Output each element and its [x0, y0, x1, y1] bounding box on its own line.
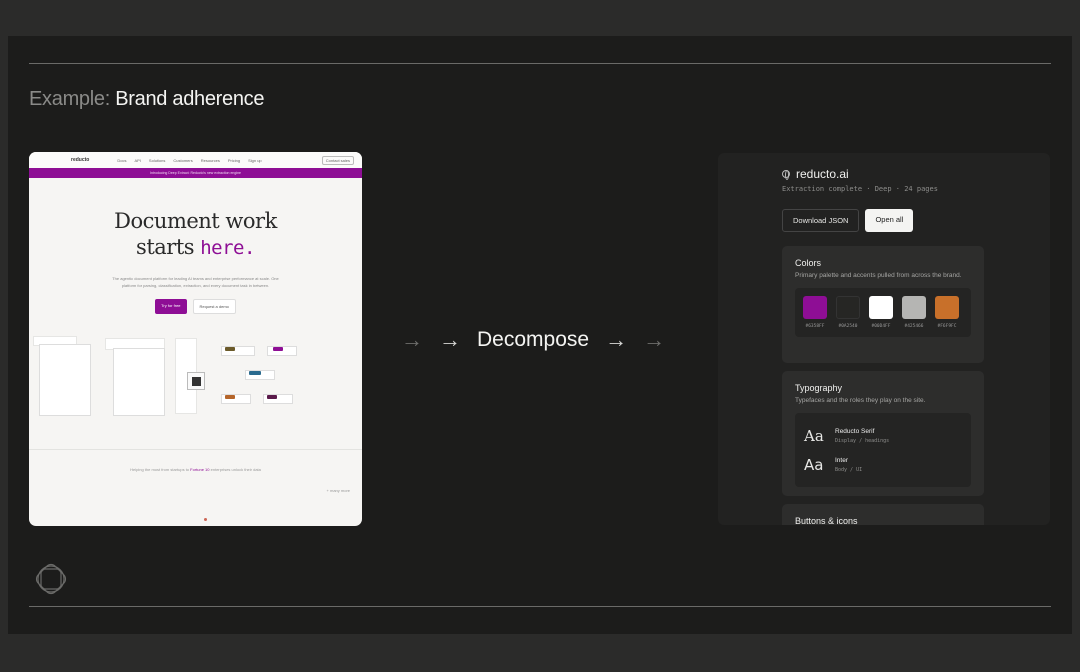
site-name: reducto.ai	[796, 167, 849, 181]
extraction-meta: Extraction complete · Deep · 24 pages	[782, 185, 938, 193]
data-tag	[273, 347, 283, 351]
arrow-right-icon: →	[439, 327, 461, 352]
top-divider	[29, 63, 1051, 64]
swatch-box	[869, 296, 893, 319]
website-divider	[29, 449, 362, 450]
slide-title-prefix: Example:	[29, 88, 110, 110]
swatch-label: #425466	[904, 324, 924, 329]
slide-title-main: Brand adherence	[115, 88, 265, 110]
nav-item-api[interactable]: API	[134, 158, 140, 163]
website-logo[interactable]: reducto	[71, 157, 89, 163]
hero-subtitle: The agentic document platform for leadin…	[112, 276, 279, 288]
typography-card: Typography Typefaces and the roles they …	[782, 371, 984, 496]
download-json-button[interactable]: Download JSON	[782, 209, 860, 232]
website-nav: reducto Docs API Solutions Customers Res…	[29, 152, 362, 168]
typeface-row[interactable]: Aa Inter Body / UI	[804, 450, 962, 479]
swatch-box	[803, 296, 827, 319]
color-swatches: #6358FF #0A2540 #00D4FF #425466 #F6F9FC	[795, 288, 971, 337]
extraction-panel: reducto.ai Extraction complete · Deep · …	[718, 153, 1050, 525]
nav-contact-button[interactable]: Contact sales	[321, 155, 354, 165]
website-preview: reducto Docs API Solutions Customers Res…	[29, 152, 362, 526]
nav-item-pricing[interactable]: Pricing	[228, 158, 240, 163]
arrow-right-icon: →	[605, 327, 628, 352]
hero-line-2-plain: starts	[136, 235, 195, 259]
data-tag	[249, 371, 261, 375]
swatch-label: #6358FF	[805, 324, 825, 329]
panel-actions: Download JSON Open all	[782, 209, 914, 232]
swatch-box	[935, 296, 959, 319]
color-swatch[interactable]: #6358FF	[803, 296, 827, 329]
hero-illustration	[29, 336, 362, 422]
swatch-label: #00D4FF	[871, 324, 891, 329]
color-swatch[interactable]: #425466	[902, 296, 926, 329]
trust-line: Helping the most from startups to Fortun…	[29, 467, 362, 472]
hero-title: Document work starts here.	[29, 208, 362, 261]
colors-title: Colors	[795, 258, 822, 268]
trust-suffix: enterprises unlock their data	[210, 467, 261, 472]
request-demo-button[interactable]: Request a demo	[192, 299, 236, 314]
typeface-name: Inter	[835, 456, 849, 464]
open-all-button[interactable]: Open all	[865, 209, 914, 232]
color-swatch[interactable]: #F6F9FC	[935, 296, 959, 329]
typeface-name: Reducto Serif	[835, 427, 875, 435]
typeface-row[interactable]: Aa Reducto Serif Display / headings	[804, 421, 962, 450]
data-tag	[267, 395, 277, 399]
typeface-role: Body / UI	[835, 466, 863, 473]
panel-header: reducto.ai Extraction complete · Deep · …	[782, 167, 938, 193]
decompose-flow: → → Decompose → →	[401, 328, 665, 352]
hero-line-2-accent: here.	[200, 237, 255, 259]
document-page	[39, 344, 91, 416]
swatch-label: #F6F9FC	[937, 324, 957, 329]
data-tag	[225, 395, 235, 399]
typography-title: Typography	[795, 383, 843, 393]
carousel-dot[interactable]	[204, 518, 207, 521]
nav-item-customers[interactable]: Customers	[173, 158, 192, 163]
data-tag	[225, 347, 235, 351]
swatch-box	[902, 296, 926, 319]
typeface-list: Aa Reducto Serif Display / headings Aa I…	[795, 413, 971, 487]
nav-item-docs[interactable]: Docs	[117, 158, 126, 163]
hero-line-2: starts here.	[29, 234, 362, 261]
colors-card: Colors Primary palette and accents pulle…	[782, 246, 984, 363]
swatch-box	[836, 296, 860, 319]
nav-item-signup[interactable]: Sign up	[248, 158, 262, 163]
site-name-row: reducto.ai	[782, 167, 938, 181]
type-sample: Aa	[804, 455, 824, 474]
decompose-label: Decompose	[477, 328, 590, 351]
color-swatch[interactable]: #00D4FF	[869, 296, 893, 329]
brand-logo-icon	[35, 563, 67, 595]
swatch-label: #0A2540	[838, 324, 858, 329]
hero-buttons: Try for free Request a demo	[29, 299, 362, 314]
buttons-icons-card: Buttons & icons	[782, 504, 984, 525]
more-customers-link[interactable]: + many more	[327, 488, 350, 493]
typography-description: Typefaces and the roles they play on the…	[795, 397, 926, 404]
announcement-banner[interactable]: Introducing Deep Extract: Reducto's new …	[29, 168, 362, 178]
trust-prefix: Helping the most from startups to	[130, 467, 190, 472]
arrow-right-icon: →	[643, 327, 666, 352]
bottom-divider	[29, 606, 1051, 607]
buttons-icons-title: Buttons & icons	[795, 516, 858, 525]
arrow-right-icon: →	[401, 327, 423, 352]
qr-code-icon	[187, 372, 205, 390]
trust-accent: Fortune 10	[190, 467, 210, 472]
color-swatch[interactable]: #0A2540	[836, 296, 860, 329]
slide: Example: Brand adherence reducto Docs AP…	[8, 36, 1072, 634]
globe-icon	[782, 170, 790, 180]
type-sample: Aa	[804, 426, 824, 445]
nav-item-resources[interactable]: Resources	[201, 158, 220, 163]
hero-line-1: Document work	[114, 209, 277, 233]
colors-description: Primary palette and accents pulled from …	[795, 272, 962, 279]
typeface-role: Display / headings	[835, 437, 890, 444]
nav-item-solutions[interactable]: Solutions	[149, 158, 165, 163]
slide-title: Example: Brand adherence	[29, 88, 265, 111]
document-page	[113, 348, 165, 416]
try-free-button[interactable]: Try for free	[155, 299, 187, 314]
